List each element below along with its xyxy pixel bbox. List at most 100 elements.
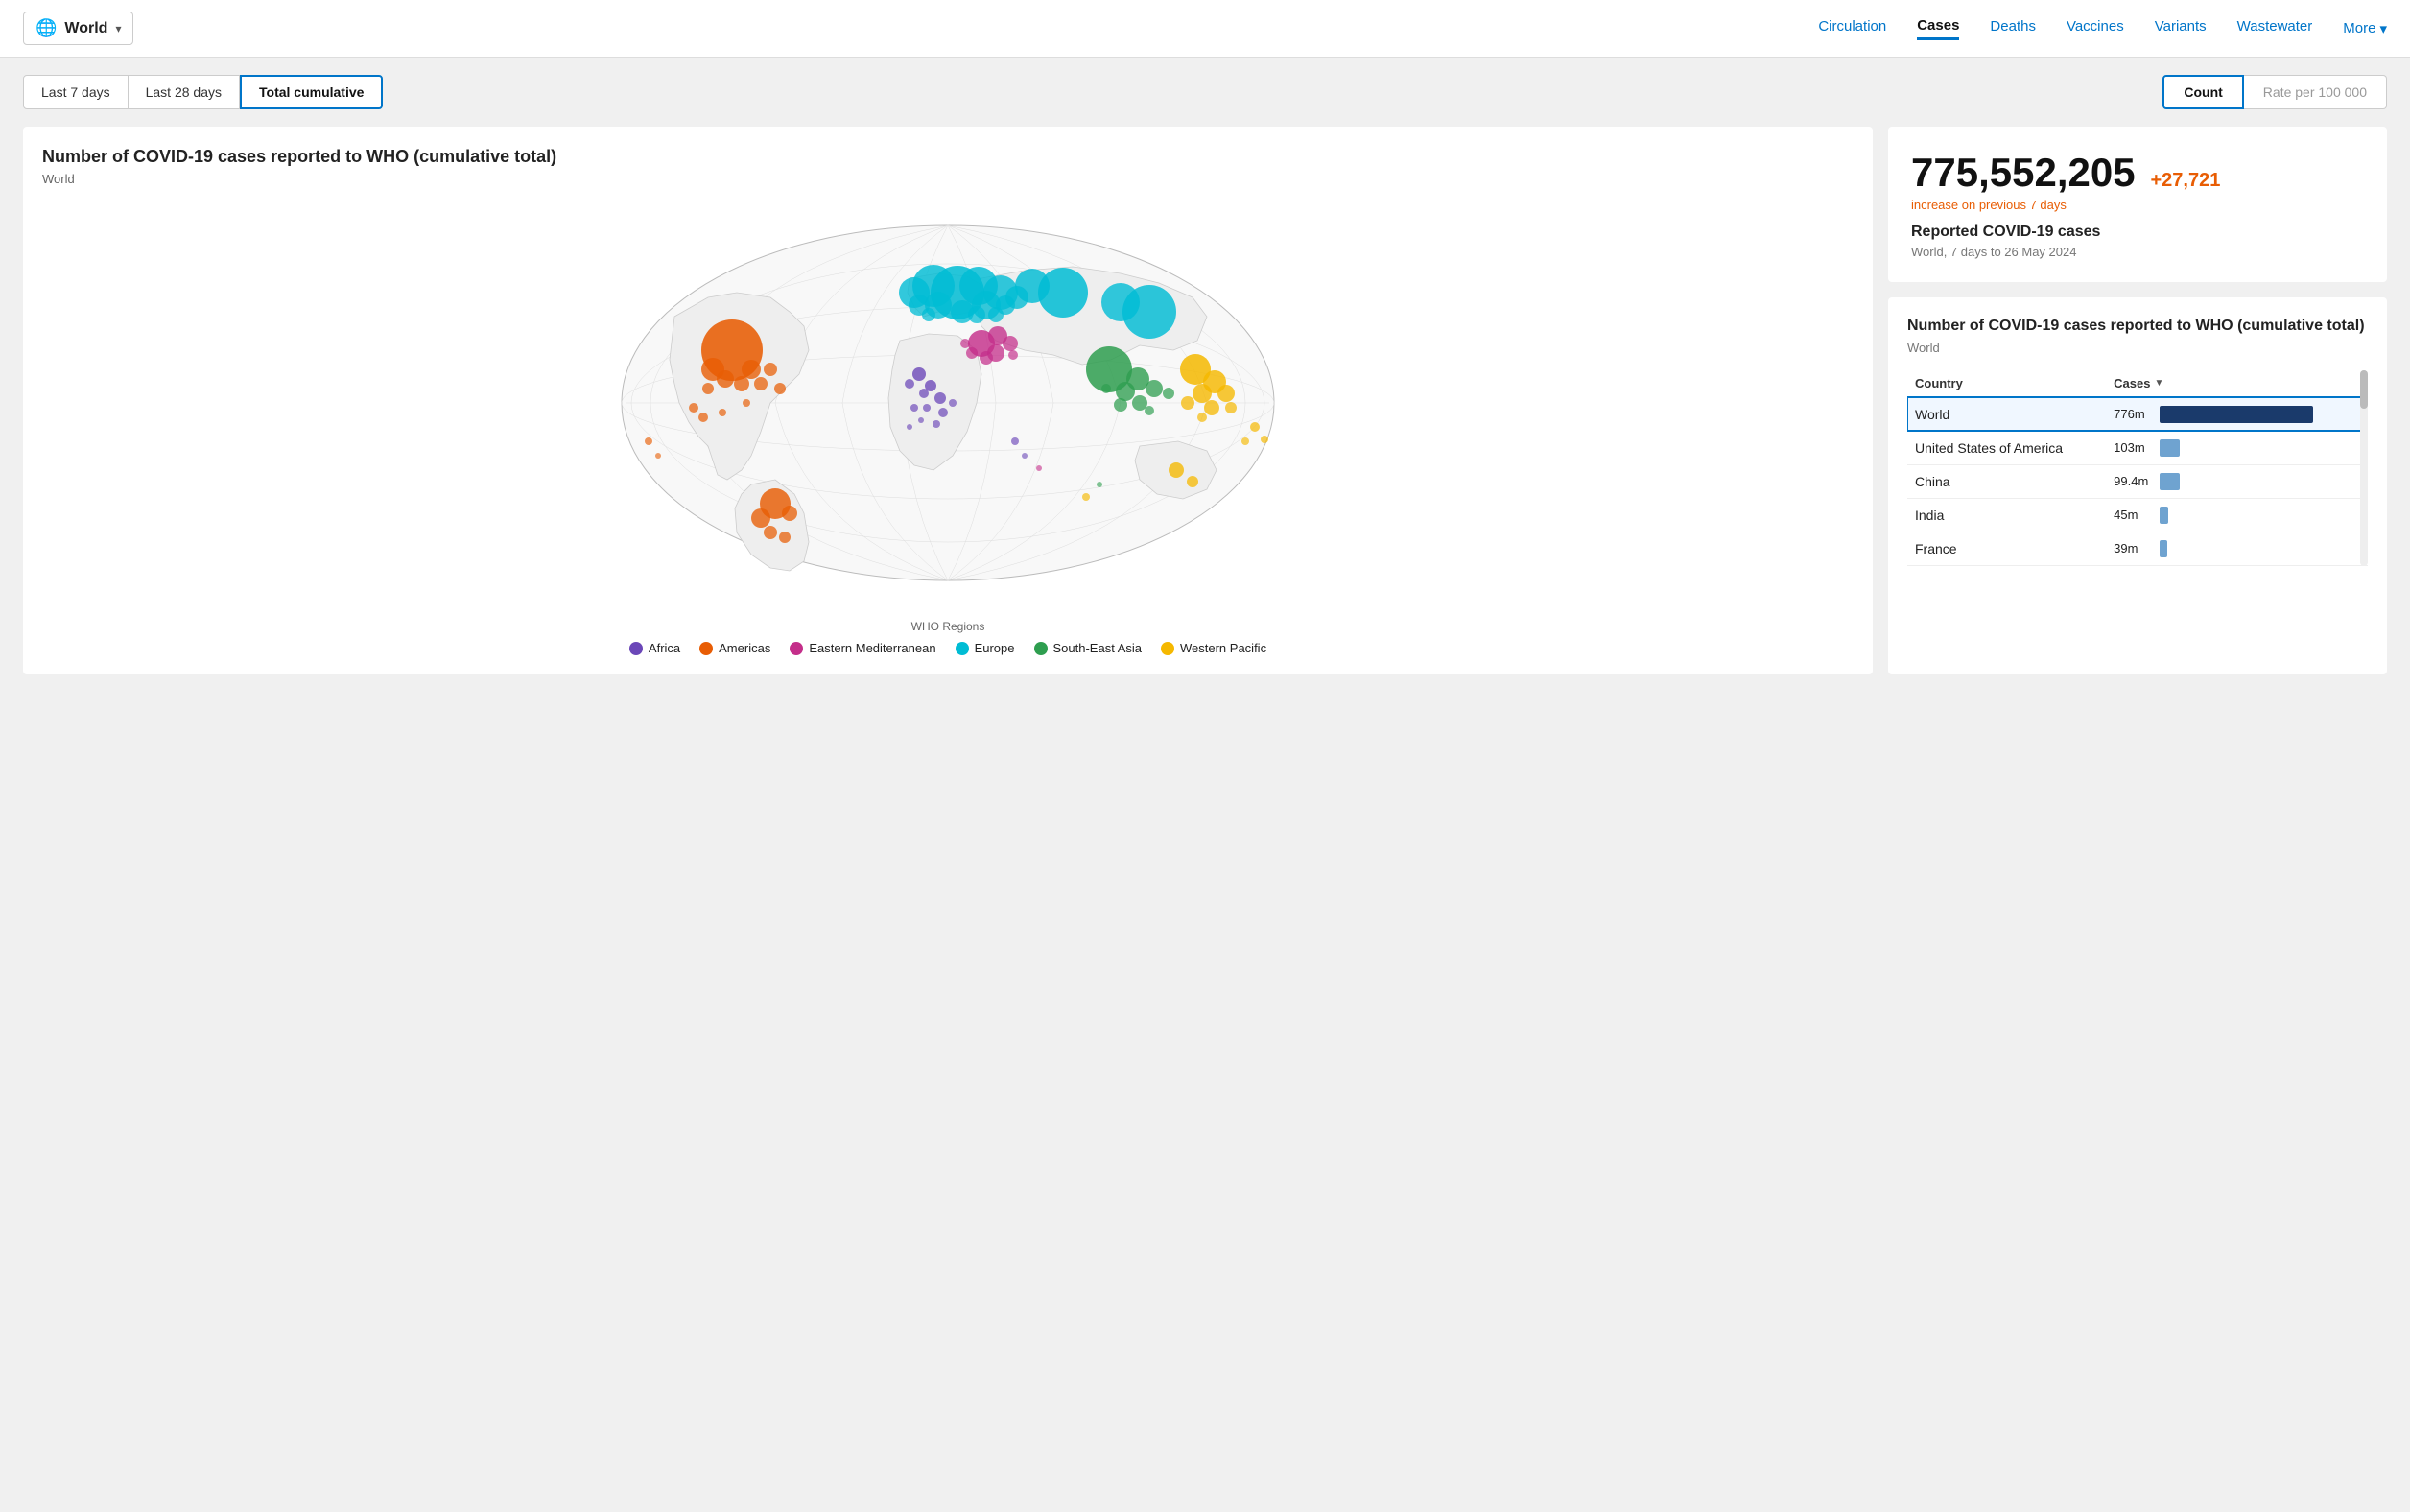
legend-eastern-med-label: Eastern Mediterranean xyxy=(809,641,935,655)
legend-title: WHO Regions xyxy=(42,620,1854,633)
country-cell: World xyxy=(1907,397,2106,432)
map-container xyxy=(42,201,1854,604)
table-wrapper: Country Cases ▼ World xyxy=(1907,370,2368,566)
country-name: France xyxy=(1915,541,1957,556)
country-cell: China xyxy=(1907,464,2106,498)
legend-europe-label: Europe xyxy=(975,641,1015,655)
legend-americas-label: Americas xyxy=(719,641,770,655)
nav-more[interactable]: More ▾ xyxy=(2343,20,2387,37)
table-row[interactable]: World 776m xyxy=(1907,397,2368,432)
nav-variants[interactable]: Variants xyxy=(2155,18,2207,38)
legend-western-pacific: Western Pacific xyxy=(1161,641,1266,655)
table-row[interactable]: France 39m xyxy=(1907,532,2368,565)
more-label: More xyxy=(2343,20,2375,36)
col-cases[interactable]: Cases ▼ xyxy=(2106,370,2368,397)
nav-cases[interactable]: Cases xyxy=(1917,17,1959,40)
tab-last28[interactable]: Last 28 days xyxy=(129,75,240,109)
table-row[interactable]: United States of America 103m xyxy=(1907,431,2368,464)
table-row[interactable]: China 99.4m xyxy=(1907,464,2368,498)
world-map-svg xyxy=(42,201,1854,604)
tab-total-cumulative[interactable]: Total cumulative xyxy=(240,75,383,109)
bar-fill xyxy=(2160,406,2313,423)
bar-track xyxy=(2160,439,2360,457)
bar-track xyxy=(2160,406,2360,423)
country-name: India xyxy=(1915,508,1944,523)
bar-track xyxy=(2160,507,2360,524)
table-row[interactable]: India 45m xyxy=(1907,498,2368,532)
legend-eastern-med: Eastern Mediterranean xyxy=(790,641,935,655)
main-content: Number of COVID-19 cases reported to WHO… xyxy=(0,127,2410,697)
world-label: World xyxy=(64,20,107,37)
americas-dot xyxy=(699,642,713,655)
chevron-down-icon: ▾ xyxy=(115,22,121,35)
country-cell: France xyxy=(1907,532,2106,565)
country-name: United States of America xyxy=(1915,440,2063,456)
col-country: Country xyxy=(1907,370,2106,397)
nav-circulation[interactable]: Circulation xyxy=(1818,18,1886,38)
bar-cell: 99.4m xyxy=(2114,473,2360,490)
bar-fill xyxy=(2160,507,2168,524)
cases-cell: 103m xyxy=(2106,431,2368,464)
main-nav: Circulation Cases Deaths Vaccines Varian… xyxy=(1818,17,2387,40)
scrollbar-track[interactable] xyxy=(2360,370,2368,566)
cases-value: 39m xyxy=(2114,541,2152,555)
nav-deaths[interactable]: Deaths xyxy=(1990,18,2036,38)
bar-fill xyxy=(2160,473,2179,490)
toggle-count[interactable]: Count xyxy=(2162,75,2243,109)
country-cell: United States of America xyxy=(1907,431,2106,464)
tab-last7[interactable]: Last 7 days xyxy=(23,75,129,109)
stats-sub: World, 7 days to 26 May 2024 xyxy=(1911,245,2364,259)
bar-track xyxy=(2160,473,2360,490)
map-legend: WHO Regions Africa Americas Eastern Medi… xyxy=(42,620,1854,655)
world-selector[interactable]: 🌐 World ▾ xyxy=(23,12,133,45)
map-title: Number of COVID-19 cases reported to WHO… xyxy=(42,146,1854,168)
bar-fill xyxy=(2160,439,2180,457)
country-name: World xyxy=(1915,407,1949,422)
scrollbar-thumb[interactable] xyxy=(2360,370,2368,409)
cases-value: 103m xyxy=(2114,440,2152,455)
increase-value: +27,721 xyxy=(2150,170,2220,191)
stats-label: Reported COVID-19 cases xyxy=(1911,224,2364,241)
count-rate-toggle: Count Rate per 100 000 xyxy=(2162,75,2387,109)
toggle-rate[interactable]: Rate per 100 000 xyxy=(2244,75,2387,109)
map-subtitle: World xyxy=(42,172,1854,186)
wp-dot xyxy=(1161,642,1174,655)
stats-card: 775,552,205 +27,721 increase on previous… xyxy=(1888,127,2387,282)
legend-africa-label: Africa xyxy=(649,641,680,655)
globe-icon: 🌐 xyxy=(35,18,57,38)
country-name: China xyxy=(1915,474,1950,489)
nav-vaccines[interactable]: Vaccines xyxy=(2067,18,2124,38)
big-number: 775,552,205 xyxy=(1911,150,2136,195)
legend-europe: Europe xyxy=(956,641,1015,655)
bar-cell: 776m xyxy=(2114,406,2360,423)
map-panel: Number of COVID-19 cases reported to WHO… xyxy=(23,127,1873,674)
nav-wastewater[interactable]: Wastewater xyxy=(2237,18,2313,38)
cases-value: 45m xyxy=(2114,508,2152,522)
table-title: Number of COVID-19 cases reported to WHO… xyxy=(1907,317,2368,337)
sort-arrow-icon: ▼ xyxy=(2154,378,2163,389)
increase-label: increase on previous 7 days xyxy=(1911,198,2364,212)
country-cell: India xyxy=(1907,498,2106,532)
bar-cell: 39m xyxy=(2114,540,2360,557)
cases-cell: 99.4m xyxy=(2106,464,2368,498)
legend-africa: Africa xyxy=(629,641,680,655)
cases-cell: 776m xyxy=(2106,397,2368,432)
bar-cell: 103m xyxy=(2114,439,2360,457)
sea-dot xyxy=(1034,642,1048,655)
bar-fill xyxy=(2160,540,2167,557)
legend-sea-label: South-East Asia xyxy=(1053,641,1143,655)
tabs-row: Last 7 days Last 28 days Total cumulativ… xyxy=(0,58,2410,127)
right-panel: 775,552,205 +27,721 increase on previous… xyxy=(1888,127,2387,674)
header: 🌐 World ▾ Circulation Cases Deaths Vacci… xyxy=(0,0,2410,58)
legend-south-east-asia: South-East Asia xyxy=(1034,641,1143,655)
africa-dot xyxy=(629,642,643,655)
more-chevron-icon: ▾ xyxy=(2379,20,2387,37)
time-tabs: Last 7 days Last 28 days Total cumulativ… xyxy=(23,75,383,109)
eastern-med-dot xyxy=(790,642,803,655)
cases-value: 776m xyxy=(2114,407,2152,421)
table-card: Number of COVID-19 cases reported to WHO… xyxy=(1888,297,2387,674)
bar-track xyxy=(2160,540,2360,557)
legend-americas: Americas xyxy=(699,641,770,655)
stats-numbers-row: 775,552,205 +27,721 xyxy=(1911,150,2364,196)
cases-cell: 39m xyxy=(2106,532,2368,565)
